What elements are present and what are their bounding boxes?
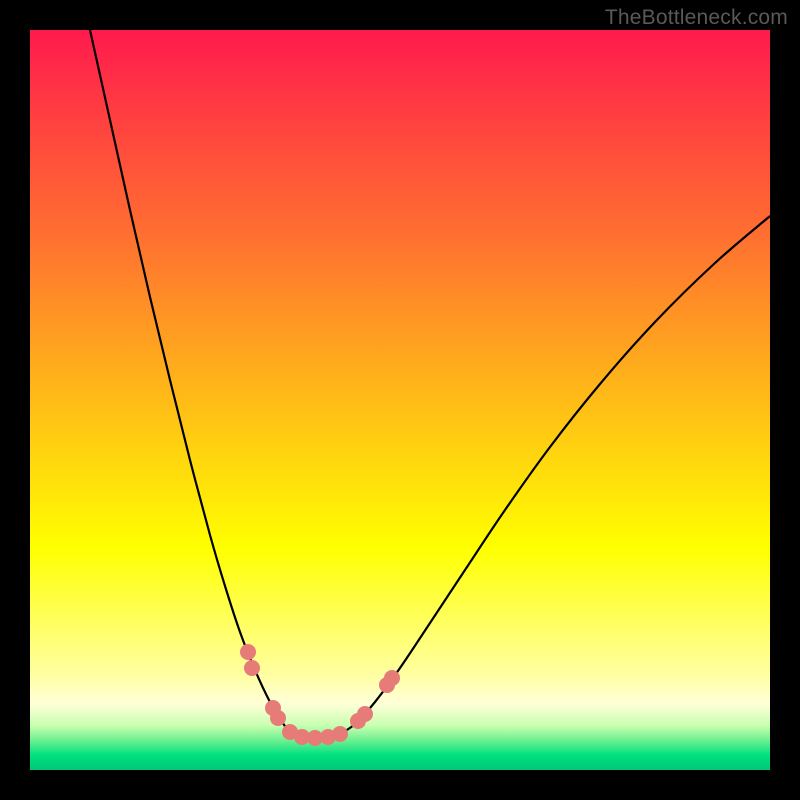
watermark-text: TheBottleneck.com <box>605 6 788 30</box>
valley-marker <box>240 644 256 660</box>
valley-marker <box>270 710 286 726</box>
valley-marker <box>384 670 400 686</box>
plot-area <box>30 30 770 770</box>
valley-markers <box>240 644 400 746</box>
valley-marker <box>332 726 348 742</box>
curve-plot <box>30 30 770 770</box>
valley-marker <box>357 706 373 722</box>
valley-marker <box>244 660 260 676</box>
bottleneck-curve <box>90 30 770 738</box>
